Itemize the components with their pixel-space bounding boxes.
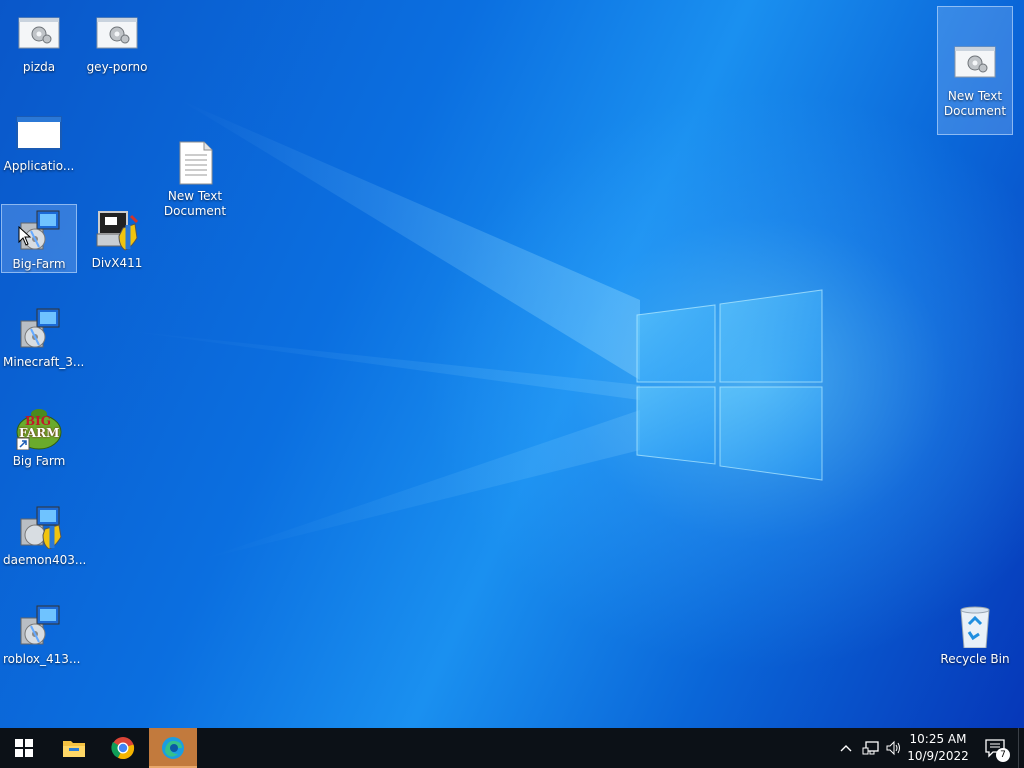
- notification-count-badge: 7: [996, 748, 1010, 762]
- icon-label: Applicatio...: [3, 159, 75, 173]
- icon-label: New Text Document: [943, 89, 1007, 118]
- desktop-icon-application[interactable]: Applicatio...: [1, 107, 77, 174]
- desktop-icon-recycle-bin[interactable]: Recycle Bin: [937, 600, 1013, 667]
- desktop-icon-gey-porno[interactable]: gey-porno: [79, 8, 155, 75]
- start-button[interactable]: [0, 728, 48, 768]
- desktop-icon-minecraft-installer[interactable]: Minecraft_3...: [1, 303, 85, 370]
- taskbar-chrome[interactable]: [99, 728, 147, 768]
- icon-label: Minecraft_3...: [3, 355, 85, 369]
- clock[interactable]: 10:25 AM 10/9/2022: [900, 728, 976, 768]
- file-explorer-icon: [63, 741, 85, 757]
- show-desktop-button[interactable]: [1018, 728, 1024, 768]
- icon-label: pizda: [22, 60, 56, 74]
- icon-label: gey-porno: [86, 60, 148, 74]
- notification-center-button[interactable]: 7: [976, 728, 1016, 768]
- edge-icon: [162, 737, 184, 759]
- taskbar: 10:25 AM 10/9/2022 7: [0, 728, 1024, 768]
- taskbar-file-explorer[interactable]: [50, 728, 98, 768]
- icon-label: daemon403...: [3, 553, 87, 567]
- big-farm-shortcut-icon: BIG FARM: [15, 406, 63, 451]
- tray-network[interactable]: [860, 728, 882, 768]
- recycle-bin-icon: [951, 604, 999, 649]
- tray-chevron[interactable]: [836, 728, 856, 768]
- desktop-icon-big-farm-shortcut[interactable]: BIG FARM Big Farm: [1, 402, 77, 469]
- installer-icon: [15, 604, 63, 648]
- clock-date: 10/9/2022: [907, 749, 969, 763]
- icon-label: Big Farm: [12, 454, 66, 468]
- application-window-icon: [15, 111, 63, 155]
- icon-label: Recycle Bin: [940, 652, 1010, 666]
- icon-label: Big-Farm: [12, 257, 66, 271]
- settings-file-icon: [951, 26, 999, 78]
- text-document-icon: [171, 126, 219, 185]
- desktop-icon-daemon-installer[interactable]: daemon403...: [1, 501, 87, 568]
- windows-logo-wallpaper: [636, 289, 823, 481]
- chevron-up-icon: [840, 745, 852, 752]
- taskbar-edge[interactable]: [149, 728, 197, 768]
- desktop-icon-big-farm-installer[interactable]: Big-Farm: [1, 204, 77, 273]
- windows-start-icon: [15, 739, 33, 757]
- installer-shield-icon: [15, 505, 63, 550]
- chrome-icon: [111, 737, 135, 760]
- installer-icon: [15, 307, 63, 351]
- desktop-icon-new-text-document[interactable]: New Text Document: [157, 107, 233, 234]
- installer-shield-icon: [93, 208, 141, 252]
- big-farm-logo-line2: FARM: [19, 426, 60, 440]
- desktop-icon-roblox-installer[interactable]: roblox_413...: [1, 600, 81, 667]
- desktop[interactable]: pizda gey-porno Applicatio... New Text D…: [0, 0, 1024, 728]
- mouse-cursor-icon: [18, 226, 32, 246]
- settings-file-icon: [15, 12, 63, 56]
- clock-time: 10:25 AM: [909, 732, 967, 746]
- desktop-icon-divx411[interactable]: DivX411: [79, 204, 155, 271]
- icon-label: roblox_413...: [3, 652, 81, 666]
- desktop-icon-pizda[interactable]: pizda: [1, 8, 77, 75]
- network-icon: [862, 741, 879, 755]
- settings-file-icon: [93, 12, 141, 56]
- icon-label: New Text Document: [163, 189, 227, 218]
- desktop-icon-new-text-document-2[interactable]: New Text Document: [937, 6, 1013, 135]
- icon-label: DivX411: [91, 256, 143, 270]
